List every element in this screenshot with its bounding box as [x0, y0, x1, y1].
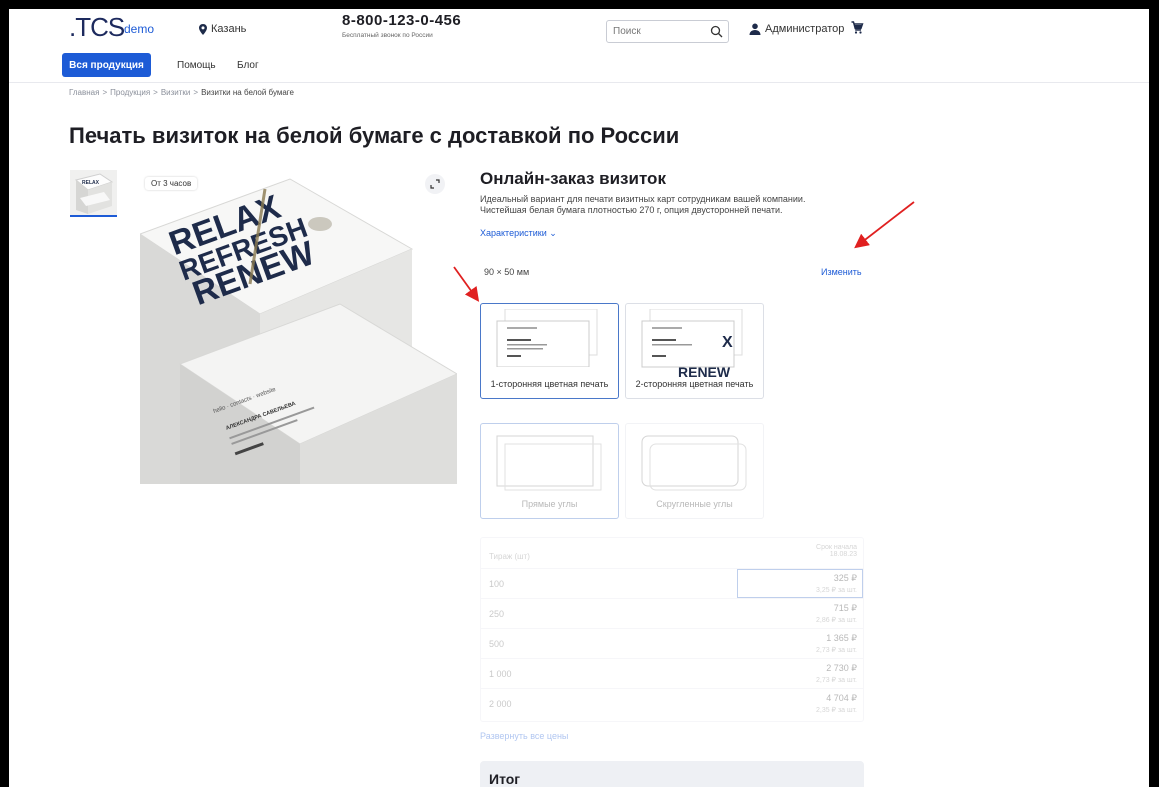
- annotation-arrows: [453, 201, 915, 302]
- annotation-arrow-change: [854, 201, 915, 249]
- page: .TCS demo Казань 8-800-123-0-456 Бесплат…: [9, 9, 1149, 787]
- annotation-arrow-option: [453, 266, 480, 302]
